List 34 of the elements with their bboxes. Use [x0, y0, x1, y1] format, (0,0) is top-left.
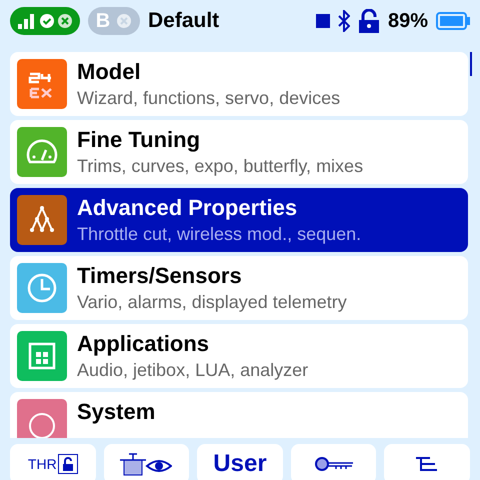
key-button[interactable] — [290, 444, 376, 480]
menu-item-description: Wizard, functions, servo, devices — [77, 87, 340, 110]
signal-status-indicator — [10, 7, 80, 35]
menu-item-description: Throttle cut, wireless mod., sequen. — [77, 223, 362, 246]
menu-item[interactable]: Applications Audio, jetibox, LUA, analyzer — [10, 324, 468, 388]
menu-item-description: Trims, curves, expo, butterfly, mixes — [77, 155, 364, 178]
menu-item-description: Audio, jetibox, LUA, analyzer — [77, 359, 308, 382]
box-eye-icon — [120, 452, 172, 476]
menu-item[interactable]: Advanced Properties Throttle cut, wireless mod., sequen. — [10, 188, 468, 252]
menu-item-title: Advanced Properties — [77, 194, 298, 222]
user-button[interactable]: User — [197, 444, 283, 480]
lock-icon — [58, 454, 78, 474]
stop-icon — [316, 14, 330, 28]
tree-button[interactable] — [384, 444, 470, 480]
menu-item[interactable]: Timers/Sensors Vario, alarms, displayed telemetry — [10, 256, 468, 320]
menu-item-title: Applications — [77, 330, 210, 358]
model-name: Default — [148, 9, 220, 33]
trim-button[interactable] — [104, 444, 190, 480]
menu-item-description: Vario, alarms, displayed telemetry — [77, 291, 347, 314]
lock-icon — [358, 9, 380, 33]
bluetooth-icon — [338, 10, 350, 32]
battery-icon — [436, 12, 470, 30]
tree-icon — [416, 456, 438, 472]
menu-item-title: System — [77, 398, 156, 426]
menu-item[interactable]: Fine Tuning Trims, curves, expo, butterfly, mixes — [10, 120, 468, 184]
menu-item[interactable]: System — [10, 392, 468, 438]
receiver-b-indicator: B — [88, 7, 140, 35]
menu-item-title: Timers/Sensors — [77, 262, 243, 290]
menu-item[interactable]: Model Wizard, functions, servo, devices — [10, 52, 468, 116]
key-icon — [314, 456, 354, 472]
menu-item-title: Model — [77, 58, 142, 86]
menu-item-title: Fine Tuning — [77, 126, 202, 154]
thr-button[interactable]: THR — [10, 444, 96, 480]
battery-percentage: 89% — [388, 10, 428, 32]
